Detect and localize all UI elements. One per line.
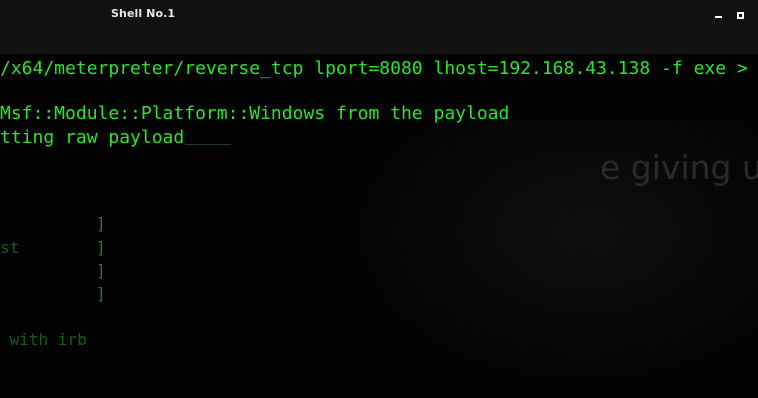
terminal-line-raw-payload: tting raw payload (0, 127, 185, 148)
terminal-output[interactable]: /x64/meterpreter/reverse_tcp lport=8080 … (0, 0, 758, 398)
terminal-line-command: /x64/meterpreter/reverse_tcp lport=8080 … (0, 58, 748, 79)
terminal-line-bracket-2: ] (96, 238, 106, 257)
terminal-line-st: st (0, 238, 20, 257)
terminal-window: e giving up Shell No.1 /x64/meterpreter/… (0, 0, 758, 398)
terminal-line-bracket-1: ] (96, 214, 106, 233)
terminal-line-platform: Msf::Module::Platform::Windows from the … (0, 103, 510, 124)
terminal-line-bracket-4: ] (96, 284, 106, 303)
terminal-line-irb: with irb (0, 330, 87, 349)
terminal-line-bracket-3: ] (96, 261, 106, 280)
